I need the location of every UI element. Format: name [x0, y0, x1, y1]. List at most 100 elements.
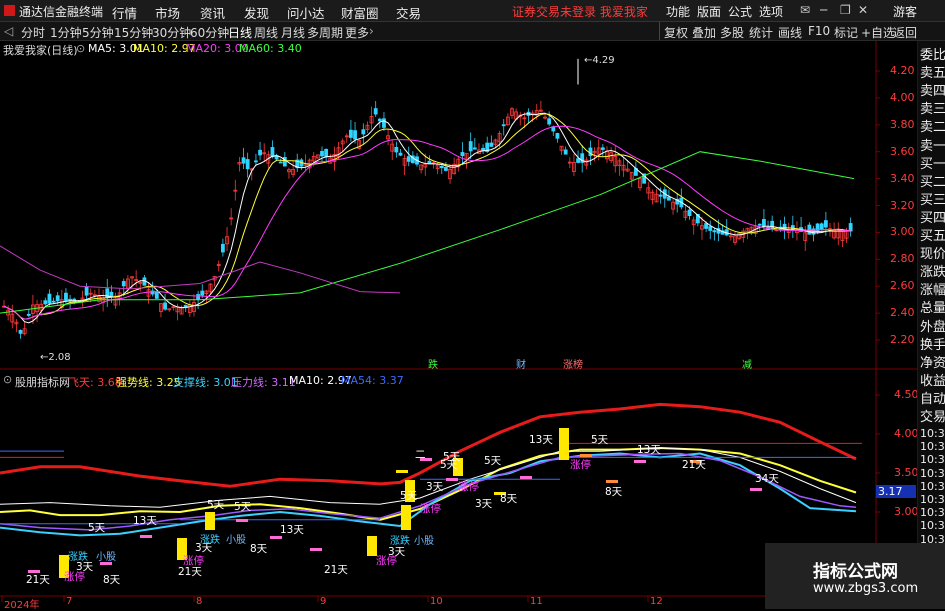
quote-field-label[interactable]: 涨幅: [920, 279, 945, 298]
tick-time: 10:39: [920, 440, 945, 454]
signal-annotation: 5天: [440, 459, 458, 471]
signal-annotation: 涨停: [376, 554, 397, 567]
quote-field-label[interactable]: 收益: [920, 370, 945, 389]
quote-field-label[interactable]: 外盘: [920, 316, 945, 335]
ma20-left-line: [0, 245, 401, 294]
candle-body: [382, 118, 386, 128]
candle-body: [712, 230, 717, 233]
candle-body: [361, 129, 366, 135]
quote-field-label[interactable]: 卖三: [920, 98, 945, 117]
candle-body: [163, 302, 167, 310]
quote-field-label[interactable]: 现价: [920, 243, 945, 262]
event-marker: 财: [516, 358, 526, 371]
price-tick-label: 3.80: [890, 117, 915, 131]
feitian-line: [0, 402, 857, 488]
candle-body: [658, 194, 663, 197]
price-tick-label: 2.40: [890, 306, 915, 320]
signal-dash: [270, 536, 282, 539]
chip-label: 小股: [226, 534, 246, 546]
param-yali: 压力线: 3.11: [231, 376, 296, 389]
signal-annotation: 5天: [234, 501, 252, 513]
candle-body: [258, 149, 262, 156]
candle-body: [324, 149, 329, 158]
date-label: 12: [650, 596, 663, 607]
ind-ma10-line: [0, 447, 857, 508]
kline-chart-canvas[interactable]: ←4.29←2.08跌财涨榜 减21天3天8天涨停5天13天涨停21天5天3天 8天…: [0, 0, 917, 609]
signal-annotation: 5天: [400, 490, 418, 502]
candle-body: [121, 281, 126, 287]
price-tick-label: 3.20: [890, 198, 915, 212]
signal-annotation: 3天: [475, 498, 493, 510]
signal-annotation: 二: [415, 449, 426, 461]
candle-body: [51, 300, 56, 303]
param-ma54: MA54: 3.37: [341, 374, 404, 387]
tick-time: 10:39: [920, 427, 945, 440]
candle-body: [823, 220, 828, 228]
signal-annotation: 13天: [529, 434, 553, 446]
indicator-title: 股朋指标网: [15, 376, 70, 389]
candle-body: [704, 223, 708, 229]
ind-tick-label: 4.00: [894, 427, 919, 440]
watermark-title: 指标公式网: [813, 562, 898, 582]
tick-time: 10:39: [920, 506, 945, 520]
candle-body: [600, 147, 605, 150]
candle-body: [196, 294, 201, 300]
candle-body: [278, 161, 283, 164]
quote-field-label[interactable]: 卖五: [920, 62, 945, 81]
price-tick-label: 2.60: [890, 279, 915, 293]
candle-body: [349, 129, 353, 138]
signal-bar: [205, 512, 215, 530]
quote-field-label[interactable]: 净资: [920, 352, 945, 371]
quote-field-label[interactable]: 买四: [920, 207, 945, 226]
candle-body: [489, 142, 494, 147]
signal-dash: [446, 478, 458, 481]
quote-field-label[interactable]: 卖四: [920, 80, 945, 99]
signal-dash: [396, 470, 408, 473]
candle-body: [55, 295, 60, 302]
indicator-settings-icon[interactable]: ⊙: [3, 373, 12, 386]
signal-annotation: 34天: [755, 473, 779, 485]
quote-field-label[interactable]: 委比: [920, 44, 945, 63]
event-marker: 涨榜: [563, 358, 583, 371]
candle-body: [220, 243, 225, 253]
candle-body: [84, 286, 89, 296]
price-tick-label: 4.00: [890, 90, 915, 104]
candle-body: [394, 146, 399, 153]
candle-body: [47, 293, 52, 304]
candle-body: [547, 118, 552, 125]
signal-dash: [580, 454, 592, 457]
quote-field-label[interactable]: 买一: [920, 153, 945, 172]
event-marker: 减: [742, 359, 752, 371]
signal-dash: [606, 480, 618, 483]
quote-field-label[interactable]: 卖一: [920, 135, 945, 154]
tick-time: 10:39: [920, 466, 945, 480]
candle-body: [154, 291, 159, 299]
quote-field-label[interactable]: 换手: [920, 334, 945, 353]
quote-field-label[interactable]: 涨跌: [920, 261, 945, 280]
signal-annotation: 涨停: [570, 458, 591, 471]
candle-body: [200, 290, 205, 296]
candle-body: [770, 220, 775, 230]
quote-field-label[interactable]: 总量: [920, 297, 945, 316]
quote-field-label[interactable]: 自动: [920, 388, 945, 407]
chart-settings-icon[interactable]: ⊙: [76, 42, 85, 55]
signal-annotation: 涨停: [64, 570, 85, 583]
candle-body: [576, 158, 580, 163]
quote-field-label[interactable]: 交易: [920, 406, 945, 425]
candle-body: [563, 149, 568, 155]
signal-annotation: 5天: [88, 522, 106, 534]
candle-body: [254, 160, 258, 163]
ma60-label: MA60: 3.40: [239, 42, 302, 55]
signal-annotation: 13天: [280, 524, 304, 536]
signal-dash: [750, 488, 762, 491]
candle-body: [687, 209, 692, 217]
param-feitian: 飞天: 3.68: [68, 376, 122, 389]
quote-field-label[interactable]: 买五: [920, 225, 945, 244]
signal-annotation: 涨停: [458, 480, 479, 493]
quote-field-label[interactable]: 买三: [920, 189, 945, 208]
chip-label: 涨跌: [390, 534, 410, 547]
quote-field-label[interactable]: 买二: [920, 171, 945, 190]
candle-body: [320, 150, 324, 157]
signal-annotation: 涨停: [420, 502, 441, 515]
quote-field-label[interactable]: 卖二: [920, 116, 945, 135]
